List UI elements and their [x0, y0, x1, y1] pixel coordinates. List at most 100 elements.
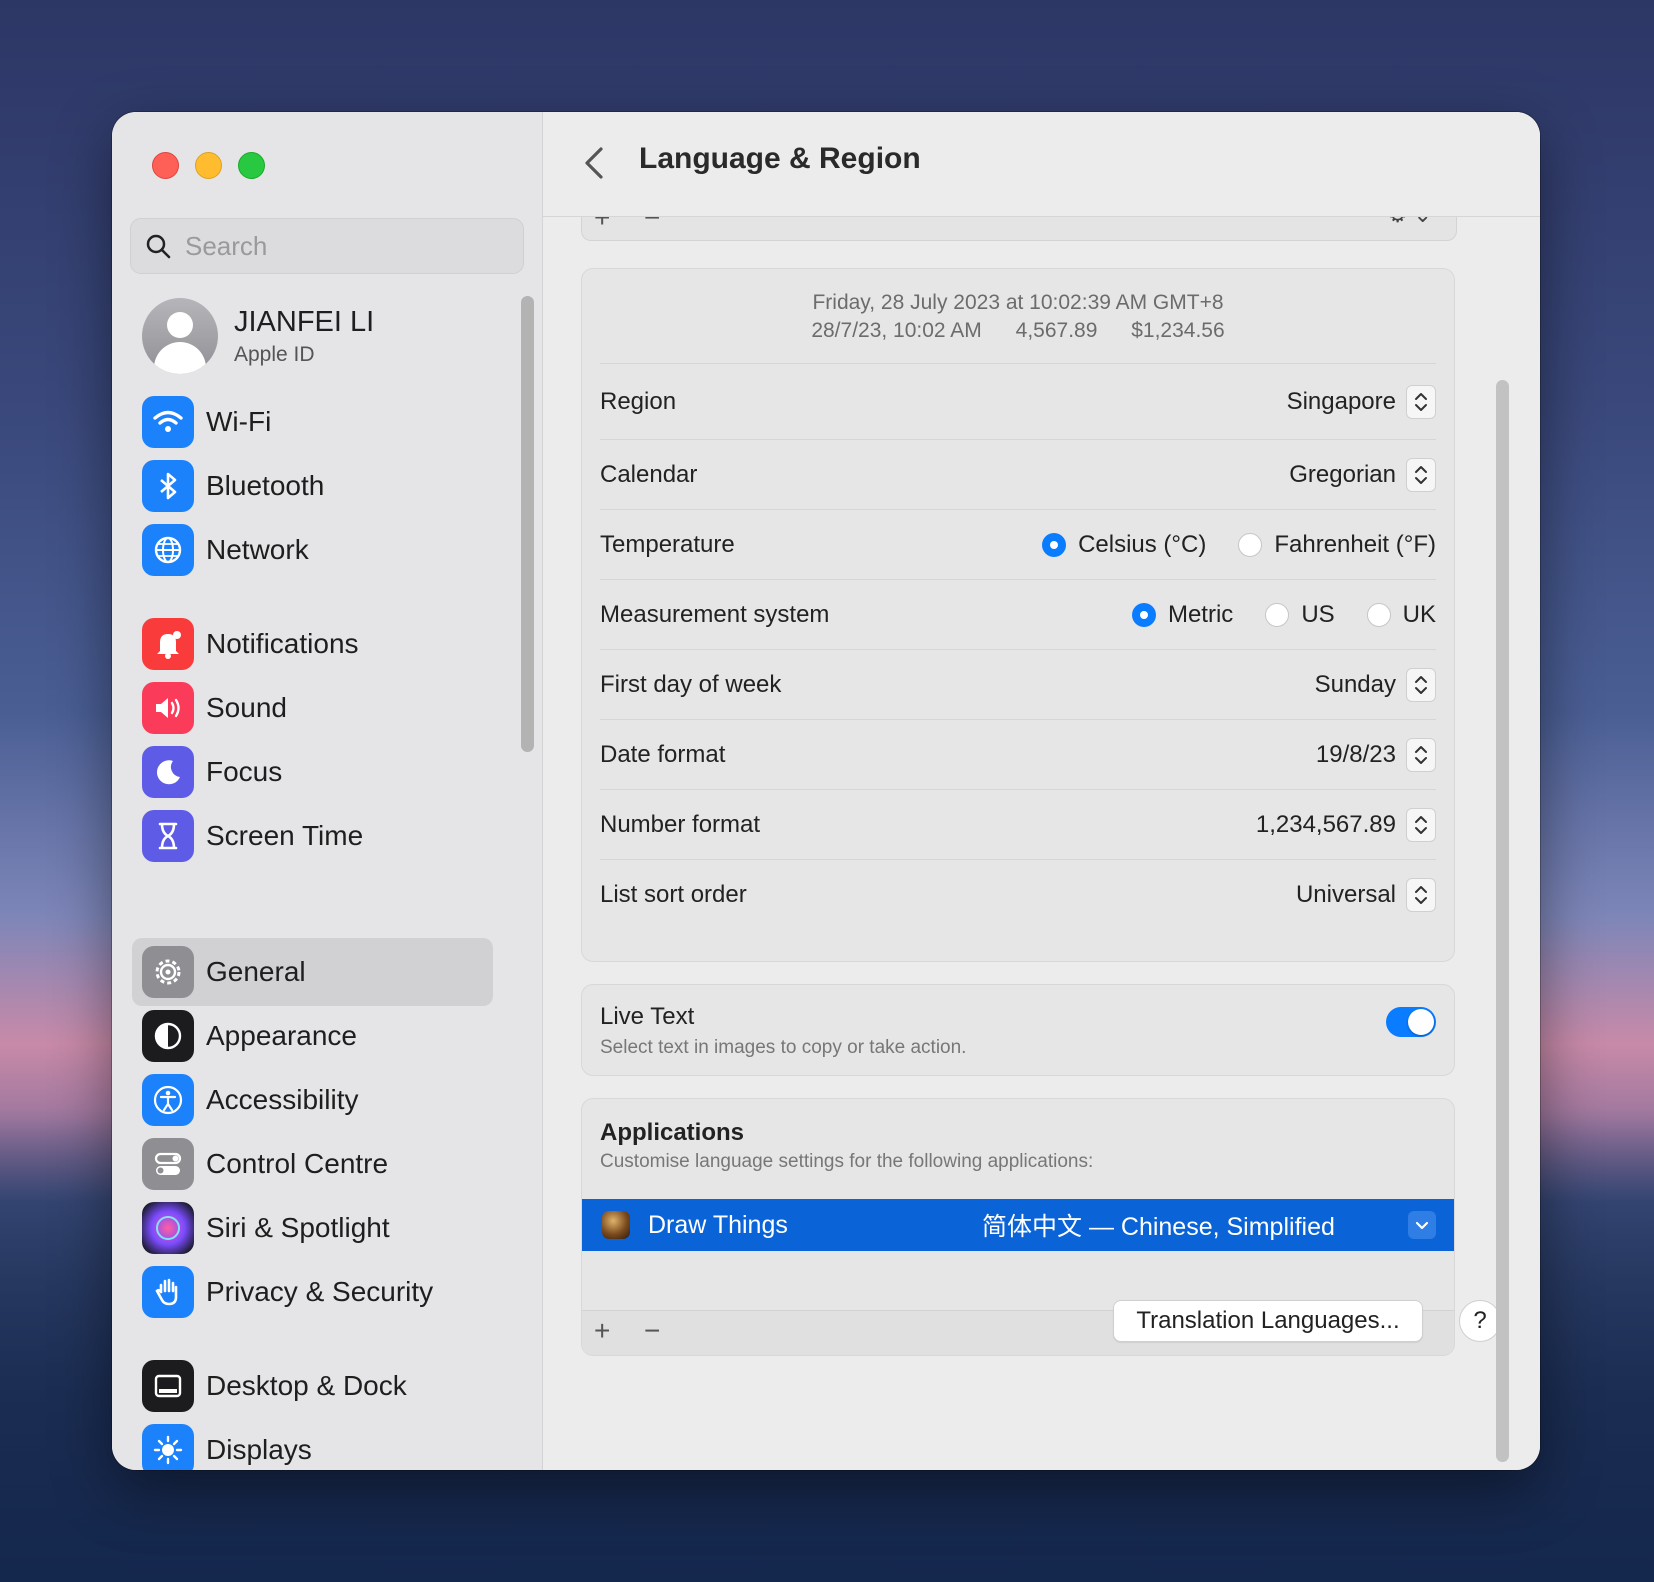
sidebar-item-focus[interactable]: Focus — [142, 744, 282, 800]
stepper-icon — [1406, 878, 1436, 912]
number-format-popup[interactable]: 1,234,567.89 — [1256, 808, 1436, 842]
search-icon — [146, 234, 171, 259]
sidebar-item-label: Screen Time — [206, 820, 364, 851]
sidebar-item-control-centre[interactable]: Control Centre — [142, 1136, 388, 1192]
stepper-icon — [1406, 385, 1436, 419]
account-subtitle: Apple ID — [234, 342, 315, 366]
first-day-popup[interactable]: Sunday — [1315, 668, 1436, 702]
calendar-value: Gregorian — [1289, 461, 1396, 488]
apple-id-account[interactable]: JIANFEI LI Apple ID — [142, 298, 374, 374]
globe-icon — [142, 524, 194, 576]
stepper-icon — [1406, 668, 1436, 702]
sidebar-item-desktop-dock[interactable]: Desktop & Dock — [142, 1358, 407, 1414]
moon-icon — [142, 746, 194, 798]
radio-selected-indicator — [1042, 533, 1067, 557]
region-row: Region Singapore — [600, 363, 1436, 440]
date-format-row: Date format 19/8/23 — [600, 719, 1436, 790]
sidebar-item-notifications[interactable]: Notifications — [142, 616, 359, 672]
sidebar-item-label: Control Centre — [206, 1148, 389, 1179]
app-name: Draw Things — [648, 1210, 788, 1239]
sidebar: Search JIANFEI LI Apple ID Wi-Fi Bluetoo… — [112, 112, 543, 1470]
radio-label: Fahrenheit (°F) — [1274, 531, 1436, 558]
sidebar-item-accessibility[interactable]: Accessibility — [142, 1072, 358, 1128]
sidebar-item-wifi[interactable]: Wi-Fi — [142, 394, 271, 450]
region-value: Singapore — [1286, 388, 1396, 415]
sidebar-item-general[interactable]: General — [142, 944, 306, 1000]
sidebar-item-label: Privacy & Security — [206, 1276, 434, 1307]
region-popup[interactable]: Singapore — [1287, 385, 1436, 419]
account-name: JIANFEI LI — [234, 305, 375, 338]
live-text-description: Select text in images to copy or take ac… — [600, 1037, 967, 1058]
radio-selected-indicator — [1131, 603, 1156, 627]
system-settings-window: Search JIANFEI LI Apple ID Wi-Fi Bluetoo… — [112, 112, 1540, 1470]
radio-label: Metric — [1167, 601, 1234, 628]
stepper-icon — [1406, 738, 1436, 772]
sidebar-item-label: Appearance — [206, 1020, 358, 1051]
zoom-button[interactable] — [238, 152, 265, 179]
sidebar-item-label: Network — [206, 534, 309, 565]
sidebar-item-screen-time[interactable]: Screen Time — [142, 808, 363, 864]
hourglass-icon — [142, 810, 194, 862]
radio-celsius[interactable]: Celsius (°C) — [1042, 531, 1206, 559]
sort-order-row: List sort order Universal — [600, 859, 1436, 930]
radio-metric[interactable]: Metric — [1131, 601, 1234, 629]
siri-icon — [142, 1202, 194, 1254]
sidebar-item-siri-spotlight[interactable]: Siri & Spotlight — [142, 1200, 390, 1256]
live-text-toggle[interactable] — [1386, 1007, 1436, 1037]
draw-things-app-icon — [602, 1211, 630, 1239]
search-field[interactable]: Search — [130, 218, 524, 274]
sidebar-item-network[interactable]: Network — [142, 522, 309, 578]
calendar-popup[interactable]: Gregorian — [1289, 458, 1436, 492]
region-label: Region — [600, 388, 677, 415]
add-application-button[interactable]: + — [594, 1315, 610, 1347]
preview-short-date: 28/7/23, 10:02 AM — [811, 319, 982, 342]
sidebar-item-bluetooth[interactable]: Bluetooth — [142, 458, 324, 514]
main-scrollbar[interactable] — [1496, 380, 1509, 1462]
bell-icon — [142, 618, 194, 670]
date-format-label: Date format — [600, 741, 726, 768]
minimize-button[interactable] — [195, 152, 222, 179]
wifi-icon — [142, 396, 194, 448]
calendar-label: Calendar — [600, 461, 698, 488]
sidebar-item-displays[interactable]: Displays — [142, 1422, 312, 1470]
radio-uk[interactable]: UK — [1366, 601, 1436, 629]
remove-application-button[interactable]: − — [644, 1315, 660, 1347]
avatar — [142, 298, 218, 374]
sidebar-item-label: Wi-Fi — [206, 406, 272, 437]
preview-number: 4,567.89 — [1015, 319, 1098, 342]
dock-icon — [142, 1360, 194, 1412]
sidebar-item-label: Notifications — [206, 628, 359, 659]
sidebar-item-label: Displays — [206, 1434, 312, 1465]
sidebar-item-sound[interactable]: Sound — [142, 680, 287, 736]
back-chevron-icon[interactable] — [581, 145, 607, 181]
chevron-down-icon[interactable] — [1408, 1211, 1436, 1239]
sidebar-item-appearance[interactable]: Appearance — [142, 1008, 357, 1064]
number-format-row: Number format 1,234,567.89 — [600, 789, 1436, 860]
preview-full-date: Friday, 28 July 2023 at 10:02:39 AM GMT+… — [812, 291, 1224, 314]
number-format-value: 1,234,567.89 — [1255, 811, 1396, 838]
translation-languages-button[interactable]: Translation Languages... — [1113, 1300, 1423, 1342]
sidebar-item-label: Sound — [206, 692, 287, 723]
radio-us[interactable]: US — [1265, 601, 1335, 629]
date-format-popup[interactable]: 19/8/23 — [1316, 738, 1436, 772]
radio-fahrenheit[interactable]: Fahrenheit (°F) — [1238, 531, 1436, 559]
formats-card: Friday, 28 July 2023 at 10:02:39 AM GMT+… — [581, 268, 1455, 962]
temperature-row: Temperature Celsius (°C) Fahrenheit (°F) — [600, 509, 1436, 580]
help-button[interactable]: ? — [1459, 1300, 1501, 1342]
app-language-row[interactable]: Draw Things 简体中文 — Chinese, Simplified — [582, 1199, 1454, 1251]
accessibility-icon — [142, 1074, 194, 1126]
live-text-title: Live Text — [600, 1003, 695, 1030]
radio-indicator — [1238, 533, 1263, 557]
appearance-icon — [142, 1010, 194, 1062]
radio-label: US — [1301, 601, 1335, 628]
radio-label: UK — [1402, 601, 1436, 628]
sidebar-scrollbar[interactable] — [521, 296, 534, 752]
radio-indicator — [1265, 603, 1290, 627]
sun-icon — [142, 1424, 194, 1470]
close-button[interactable] — [152, 152, 179, 179]
sort-order-popup[interactable]: Universal — [1296, 878, 1436, 912]
first-day-label: First day of week — [600, 671, 782, 698]
first-day-value: Sunday — [1314, 671, 1396, 698]
sidebar-item-privacy-security[interactable]: Privacy & Security — [142, 1264, 433, 1320]
control-centre-icon — [142, 1138, 194, 1190]
